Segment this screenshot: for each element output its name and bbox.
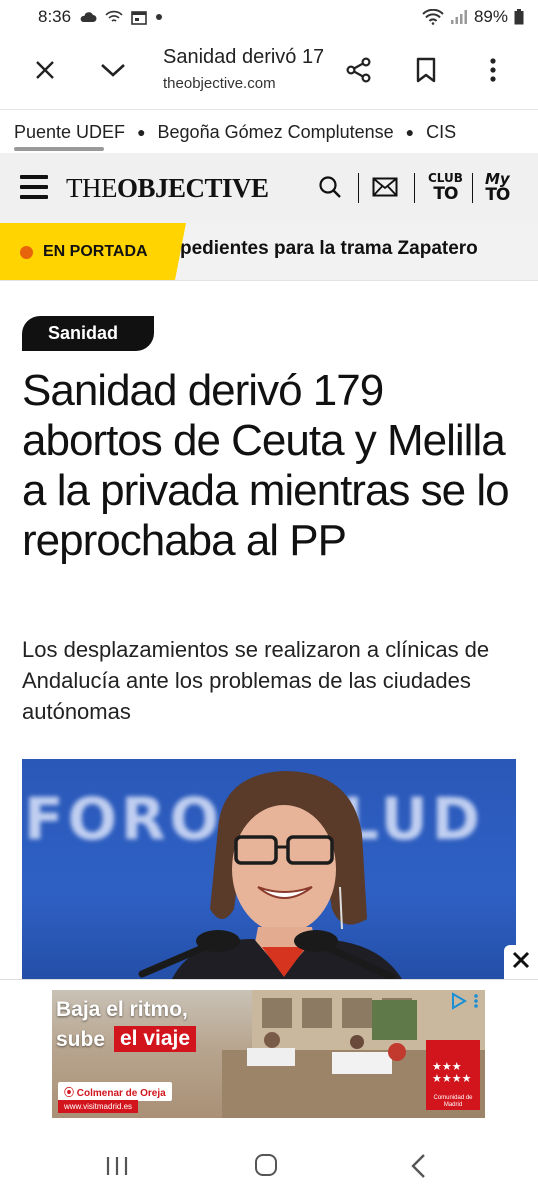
club-to-label: TO bbox=[433, 184, 458, 204]
dot-icon bbox=[155, 13, 163, 21]
trending-item[interactable]: Puente UDEF bbox=[14, 122, 125, 143]
custom-tab-toolbar: Sanidad derivó 179 abortos de Ceuta y Me… bbox=[0, 34, 538, 110]
calendar-icon bbox=[131, 10, 147, 25]
trending-item[interactable]: CIS bbox=[426, 122, 456, 143]
my-to-label: TO bbox=[485, 185, 510, 205]
separator-dot-icon: ● bbox=[405, 124, 415, 140]
signal-icon bbox=[450, 9, 468, 25]
battery-icon bbox=[514, 9, 524, 25]
share-icon bbox=[346, 56, 372, 88]
android-nav-bar bbox=[0, 1133, 538, 1199]
wifi-calling-icon bbox=[105, 10, 123, 24]
ad-banner[interactable]: Baja el ritmo, sube el viaje ⦿ Colmenar … bbox=[52, 990, 485, 1118]
home-icon[interactable] bbox=[255, 1154, 277, 1176]
ad-location-text: Colmenar de Oreja bbox=[76, 1088, 166, 1099]
tab-page-title: Sanidad derivó 179 abortos de Ceuta y Me… bbox=[163, 46, 323, 68]
logo-light-part: THE bbox=[66, 173, 117, 203]
article-photo: FORO SALUD bbox=[22, 759, 516, 979]
site-header: THEOBJECTIVE CLUB TO My TO bbox=[0, 153, 538, 223]
section-tag[interactable]: Sanidad bbox=[22, 316, 154, 351]
trending-scroll-indicator bbox=[14, 147, 104, 151]
search-icon[interactable] bbox=[318, 175, 342, 204]
status-bar: 8:36 89% bbox=[0, 0, 538, 34]
ad-highlight: el viaje bbox=[114, 1026, 197, 1052]
trending-item[interactable]: Begoña Gómez Complutense bbox=[158, 122, 394, 143]
club-to-button[interactable]: CLUB TO bbox=[428, 171, 463, 203]
header-divider bbox=[472, 173, 473, 203]
newsletter-mail-icon[interactable] bbox=[372, 177, 398, 202]
en-portada-label: EN PORTADA bbox=[0, 223, 186, 280]
battery-level: 89% bbox=[473, 7, 508, 26]
adchoices-icon[interactable] bbox=[450, 992, 482, 1015]
menu-icon[interactable] bbox=[20, 175, 48, 199]
header-divider bbox=[414, 173, 415, 203]
location-pin-icon: ⦿ bbox=[64, 1088, 77, 1099]
more-vert-icon bbox=[489, 57, 497, 87]
svg-text:★★★★: ★★★★ bbox=[432, 1072, 472, 1085]
close-icon bbox=[35, 60, 55, 85]
close-tab-button[interactable] bbox=[21, 48, 69, 96]
ad-url: www.visitmadrid.es bbox=[58, 1100, 139, 1113]
recent-apps-icon[interactable] bbox=[105, 1155, 129, 1182]
tab-url: theobjective.com bbox=[163, 75, 276, 92]
back-icon[interactable] bbox=[410, 1153, 426, 1184]
ticker-headline[interactable]: pedientes para la trama Zapatero bbox=[180, 238, 478, 260]
ad-line-2: sube bbox=[56, 1028, 106, 1051]
share-button[interactable] bbox=[335, 48, 383, 96]
en-portada-text: EN PORTADA bbox=[43, 243, 148, 260]
live-dot-icon bbox=[20, 245, 33, 259]
ad-line-1: Baja el ritmo, bbox=[56, 998, 188, 1021]
site-logo[interactable]: THEOBJECTIVE bbox=[66, 173, 269, 204]
article-subheadline: Los desplazamientos se realizaron a clín… bbox=[22, 637, 490, 724]
bookmark-button[interactable] bbox=[402, 48, 450, 96]
chevron-down-icon bbox=[100, 62, 126, 83]
header-divider bbox=[358, 173, 359, 203]
ad-close-button[interactable] bbox=[504, 945, 538, 979]
separator-dot-icon: ● bbox=[137, 124, 146, 140]
tab-title-block: Sanidad derivó 179 abortos de Ceuta y Me… bbox=[163, 46, 323, 92]
speaker-figure bbox=[138, 771, 402, 979]
bookmark-icon bbox=[416, 57, 436, 88]
status-time: 8:36 bbox=[38, 7, 72, 26]
more-options-button[interactable] bbox=[469, 48, 517, 96]
logo-bold-part: OBJECTIVE bbox=[116, 173, 269, 203]
cloud-icon bbox=[79, 11, 97, 23]
wifi-icon bbox=[422, 9, 444, 25]
my-to-button[interactable]: My TO bbox=[485, 171, 510, 205]
minimize-tab-button[interactable] bbox=[89, 48, 137, 96]
ad-location: ⦿ Colmenar de Oreja bbox=[58, 1082, 172, 1101]
close-icon bbox=[512, 951, 530, 974]
club-label: CLUB bbox=[428, 171, 463, 185]
en-portada-ticker[interactable]: pedientes para la trama Zapatero EN PORT… bbox=[0, 223, 538, 281]
article-headline: Sanidad derivó 179 abortos de Ceuta y Me… bbox=[22, 366, 510, 565]
ad-logo-caption: Comunidad de Madrid bbox=[433, 1095, 473, 1108]
